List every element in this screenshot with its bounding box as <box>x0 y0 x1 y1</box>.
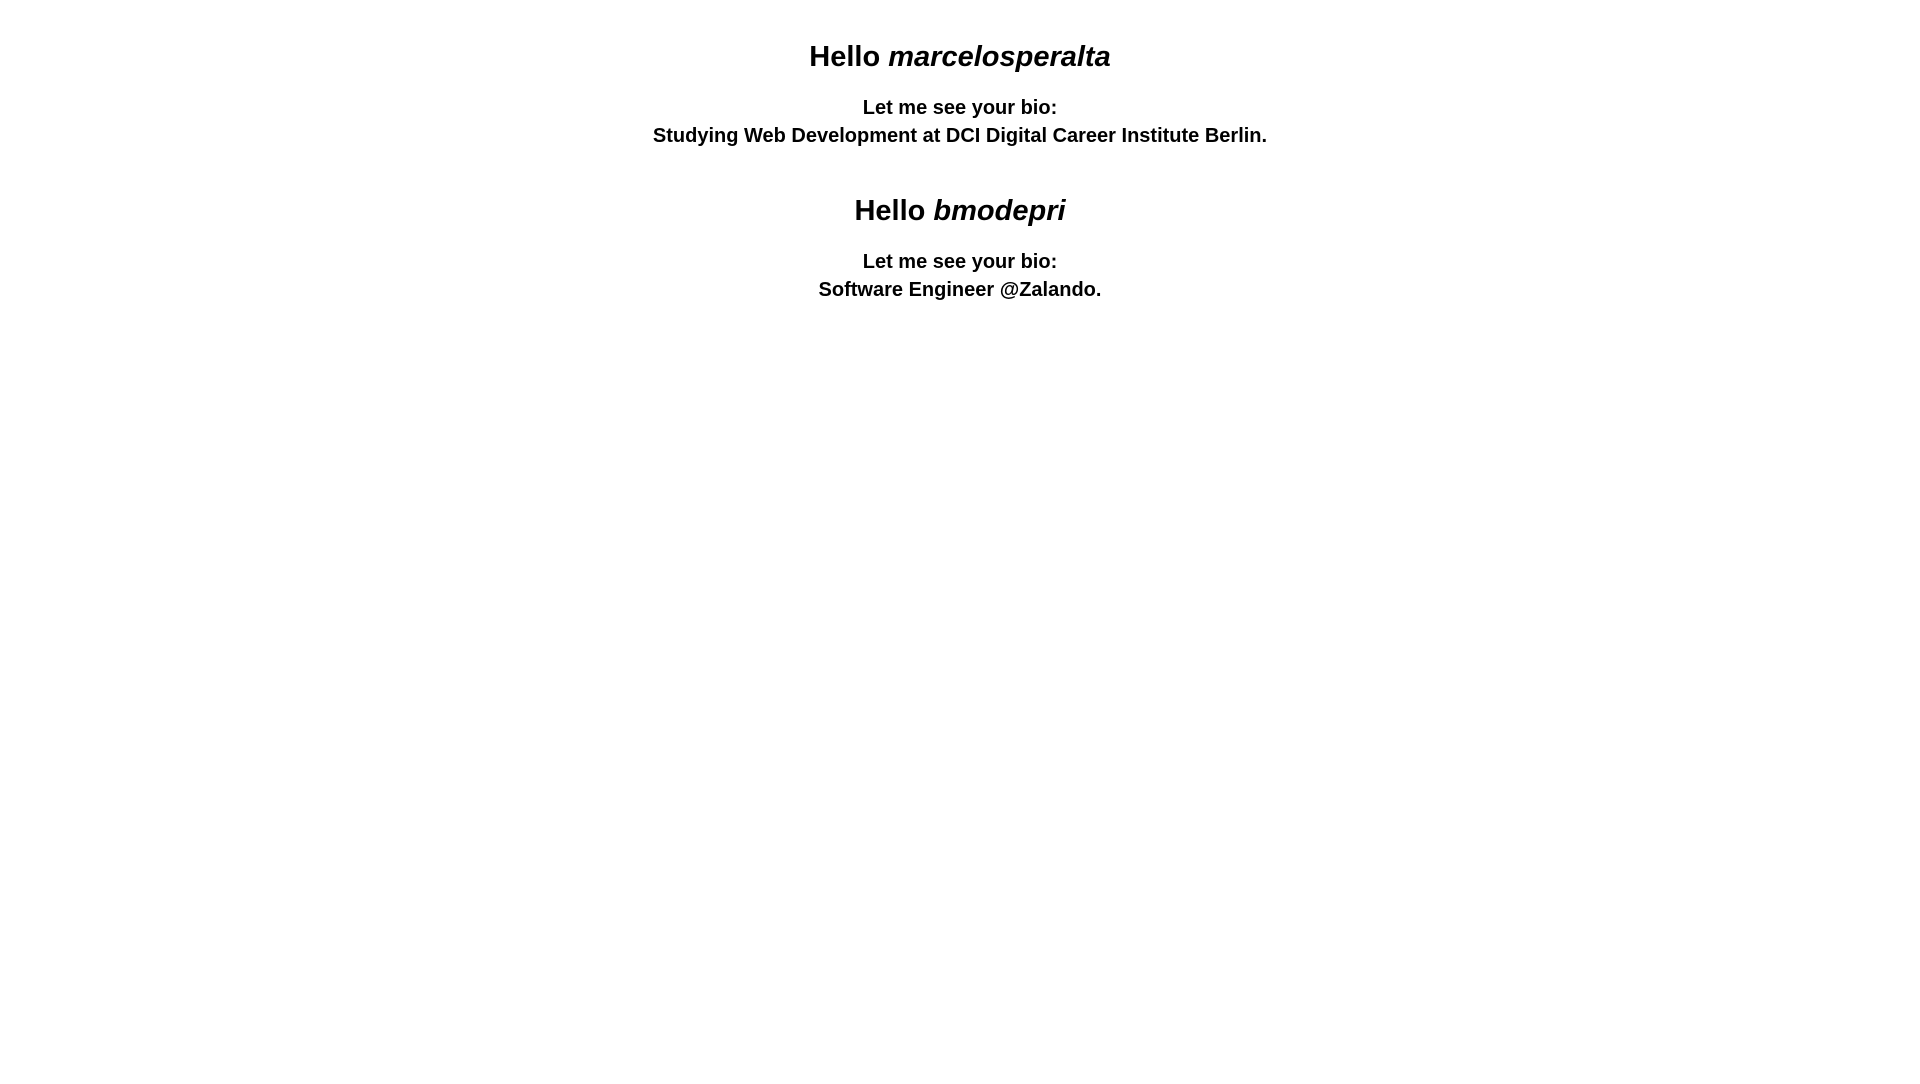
user-greeting: Hello marcelosperalta <box>0 40 1920 74</box>
bio-text: Studying Web Development at DCI Digital … <box>652 125 1268 147</box>
greeting-text: Hello <box>854 195 926 227</box>
greeting-text: Hello <box>809 41 881 73</box>
username: marcelosperalta <box>888 41 1111 73</box>
bio-label: Let me see your bio: <box>862 251 1058 273</box>
bio-block: Let me see your bio: Studying Web Develo… <box>0 94 1920 150</box>
user-card: Hello marcelosperalta Let me see your bi… <box>0 40 1920 150</box>
bio-text: Software Engineer @Zalando. <box>818 279 1102 301</box>
bio-block: Let me see your bio: Software Engineer @… <box>0 248 1920 304</box>
user-greeting: Hello bmodepri <box>0 194 1920 228</box>
username: bmodepri <box>933 195 1066 227</box>
user-card: Hello bmodepri Let me see your bio: Soft… <box>0 194 1920 304</box>
bio-label: Let me see your bio: <box>862 97 1058 119</box>
